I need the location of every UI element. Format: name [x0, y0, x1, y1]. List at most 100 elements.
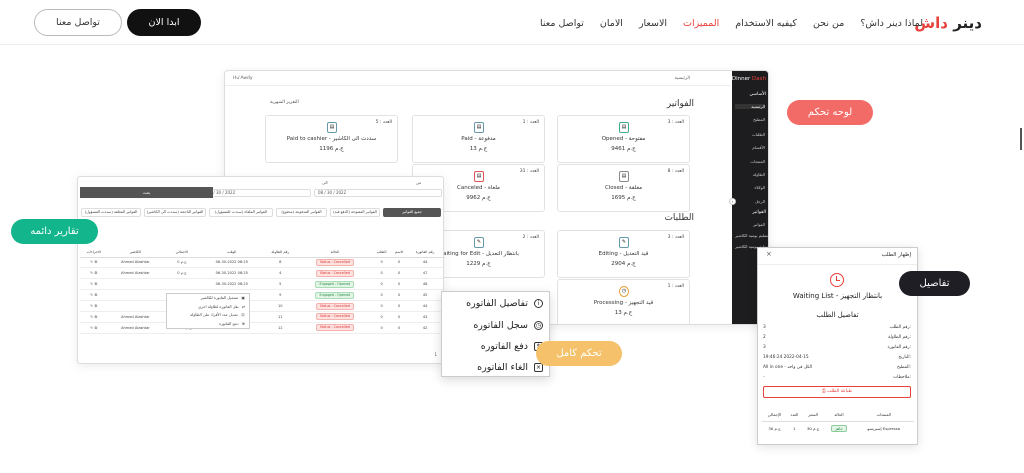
settings-icon[interactable]: ⚙ — [94, 315, 97, 319]
settings-icon[interactable]: ⚙ — [94, 271, 97, 275]
site-logo[interactable]: دينر داش — [914, 14, 982, 32]
table-row[interactable]: ✎ ⚙06-30-2022 08:2510Status : Cancelled0… — [80, 300, 443, 312]
table-row[interactable]: ✎ ⚙ 06-30-2022 08:25 5 Engaged - Opened 0 0 46 — [80, 278, 443, 291]
filter-paid[interactable]: الفواتير المدفوعة (مدفوع) — [276, 208, 327, 217]
nav-link-security[interactable]: الامان — [600, 18, 623, 29]
scrollbar-thumb[interactable] — [1020, 128, 1022, 150]
from-label: من — [416, 180, 422, 185]
menu-item-invoice-cancel[interactable]: × الغاء الفاتوره — [477, 362, 543, 373]
invoice-card-closed[interactable]: العدد : 8 ▤ Closed - مغلقة 1695 ج.م — [557, 164, 690, 212]
invoice-card-opened[interactable]: العدد : 3 ▤ Opened - مفتوحة 9461 ج.م — [557, 115, 690, 163]
print-order-button[interactable]: ⎙ طباعة الطلب — [763, 386, 911, 398]
status-badge: Engaged - Opened — [315, 291, 355, 299]
sidebar-item-men[interactable]: الرجل — [735, 199, 765, 204]
clock-icon: ◷ — [619, 286, 629, 297]
orders-section-title: الطلبات — [664, 213, 694, 223]
nav-link-features[interactable]: المميزات — [683, 18, 719, 29]
settings-icon[interactable]: ⚙ — [94, 293, 97, 297]
cashier-icon: ▣ — [241, 295, 245, 300]
cell-name: 0 — [391, 257, 408, 269]
date-from-input[interactable]: 08 / 30 / 2022 — [314, 189, 442, 197]
sidebar-item-products[interactable]: المنتجات — [735, 159, 765, 164]
filter-cashier[interactable]: الفواتير الناجحة (سددت الى الكاشير) — [144, 208, 206, 217]
search-button[interactable]: بحث — [80, 187, 213, 198]
date-to-input[interactable]: 08 / 30 / 2022 — [203, 189, 311, 197]
card-amount: 2904 ج.م — [611, 261, 636, 267]
filter-canceled[interactable]: الفواتير الملغاة (سددت للمسؤول) — [209, 208, 273, 217]
invoice-card-paid[interactable]: العدد : 1 ▤ Paid - مدفوعة 13 ج.م — [412, 115, 545, 163]
doc-icon: ▤ — [619, 122, 629, 133]
order-card-processing[interactable]: العدد : 1 ◷ Processing - قيد التجهيز 13 … — [557, 279, 690, 324]
sidebar-item-home[interactable]: الرئيسية — [735, 104, 765, 109]
action-merge-invoice[interactable]: دمج الفاتورة ⊕ — [167, 320, 249, 329]
col-products: المنتجات — [853, 409, 914, 422]
cell-name: 0 — [391, 300, 408, 312]
contact-us-button[interactable]: تواصل معنا — [34, 9, 122, 36]
edit-icon[interactable]: ✎ — [90, 315, 93, 319]
edit-icon[interactable]: ✎ — [90, 293, 93, 297]
close-icon[interactable]: × — [766, 250, 772, 258]
edit-icon[interactable]: ✎ — [90, 326, 93, 330]
item-price: 30 ج.م — [806, 425, 820, 431]
table-row[interactable]: ✎ ⚙ Ahmed Alashtar 0 ج.م 06-30-2022 08:25 4 S… — [80, 267, 443, 280]
cell-no: 44 — [407, 300, 443, 312]
edit-icon[interactable]: ✎ — [90, 260, 93, 264]
table-row[interactable]: ✎ ⚙Ahmed Alashtar1061.8 ج.م06-30-2022 08… — [80, 322, 443, 334]
doc-icon: ▤ — [327, 122, 337, 133]
cell-table: 8 — [263, 257, 298, 269]
settings-icon[interactable]: ⚙ — [94, 304, 97, 308]
nav-link-pricing[interactable]: الاسعار — [639, 18, 667, 29]
sidebar-item-sections[interactable]: الأقسام — [735, 145, 765, 150]
nav-link-how-to-use[interactable]: كيفيه الاستخدام — [735, 18, 797, 29]
filter-all[interactable]: جميع الفواتير — [383, 208, 441, 217]
logo-main-text: دينر — [953, 14, 982, 32]
field-notes: - ملاحظات: — [763, 375, 911, 380]
order-card-editing[interactable]: العدد : 3 ✎ Editing - قيد التعديل 2904 ج… — [557, 230, 690, 278]
to-label: الى — [322, 180, 328, 185]
menu-item-invoice-history[interactable]: ◷ سجل الفاتوره — [473, 320, 543, 331]
settings-icon[interactable]: ⚙ — [94, 282, 97, 286]
nav-link-why[interactable]: لماذا دينر داش؟ — [860, 18, 923, 29]
filter-closed[interactable]: الفواتير المغلقة (سددت المسؤول) — [81, 208, 141, 217]
nav-link-about[interactable]: من نحن — [813, 18, 844, 29]
cell-status: Status : Cancelled — [297, 311, 373, 323]
brand-accent: Dash — [752, 76, 766, 82]
action-edit-guests[interactable]: تعديل عدد الأفراد على الطاولة ☺ — [167, 311, 249, 320]
edit-icon[interactable]: ✎ — [90, 304, 93, 308]
edit-icon[interactable]: ✎ — [90, 271, 93, 275]
sidebar-item-cashier-daily[interactable]: تسليم يومية الكاشير — [735, 233, 768, 238]
period-select[interactable]: التقرير الشهرية — [270, 100, 299, 105]
filter-opened[interactable]: الفواتير المفتوحة (الدفع قيد) — [330, 208, 380, 217]
sidebar-item-kitchen[interactable]: المطبخ — [735, 117, 765, 122]
dashboard-topbar: Hu'Awdy الرئيسية — [225, 71, 730, 86]
action-register-cashier[interactable]: تسجيل الفاتورة للكاشير ▣ — [167, 294, 249, 303]
print-label: طباعة الطلب — [826, 389, 853, 394]
col-status: الحالة — [297, 248, 373, 258]
invoice-card-paid-to-cashier[interactable]: العدد : 5 ▤ Paid to cashier - سددت الى ا… — [265, 115, 398, 163]
settings-icon[interactable]: ⚙ — [94, 260, 97, 264]
table-row[interactable]: ✎ ⚙06-30-2022 08:259Engaged - Opened0045 — [80, 289, 443, 302]
start-now-button[interactable]: ابدا الان — [127, 9, 201, 36]
sidebar-item-tables[interactable]: الطاولة — [735, 172, 765, 177]
cell-cashier — [107, 289, 164, 302]
cell-name: 0 — [391, 278, 408, 291]
sidebar-item-invoices[interactable]: الفواتير — [735, 222, 765, 227]
col-name: الاسم — [391, 248, 408, 258]
menu-item-invoice-pay[interactable]: $ دفع الفاتوره — [481, 341, 543, 352]
sidebar-item-orders[interactable]: الطلبات — [735, 132, 765, 137]
card-name: Paid - مدفوعة — [461, 136, 496, 142]
menu-item-label: دفع الفاتوره — [480, 341, 528, 352]
edit-icon[interactable]: ✎ — [90, 282, 93, 286]
nav-link-contact[interactable]: تواصل معنا — [540, 18, 584, 29]
menu-item-invoice-details[interactable]: i تفاصيل الفاتوره — [466, 298, 543, 309]
pagination[interactable]: 1 — [434, 352, 437, 357]
cell-no: 47 — [407, 267, 443, 280]
table-row[interactable]: ✎ ⚙ Ahmed Alashtar 0 ج.م 06-30-2022 08:25 8 S… — [80, 257, 443, 269]
settings-icon[interactable]: ⚙ — [94, 326, 97, 330]
cell-name: 0 — [391, 311, 408, 323]
table-row[interactable]: ✎ ⚙Ahmed Alashtar1412.9 ج.م06-30-2022 08… — [80, 311, 443, 323]
action-move-table[interactable]: نقل الفاتورة لطاولة اخرى ⇄ — [167, 303, 249, 312]
sidebar-item-agents[interactable]: الوكلاء — [735, 185, 765, 190]
cell-order: 0 — [372, 322, 392, 334]
sidebar-collapse-button[interactable]: › — [729, 198, 736, 205]
